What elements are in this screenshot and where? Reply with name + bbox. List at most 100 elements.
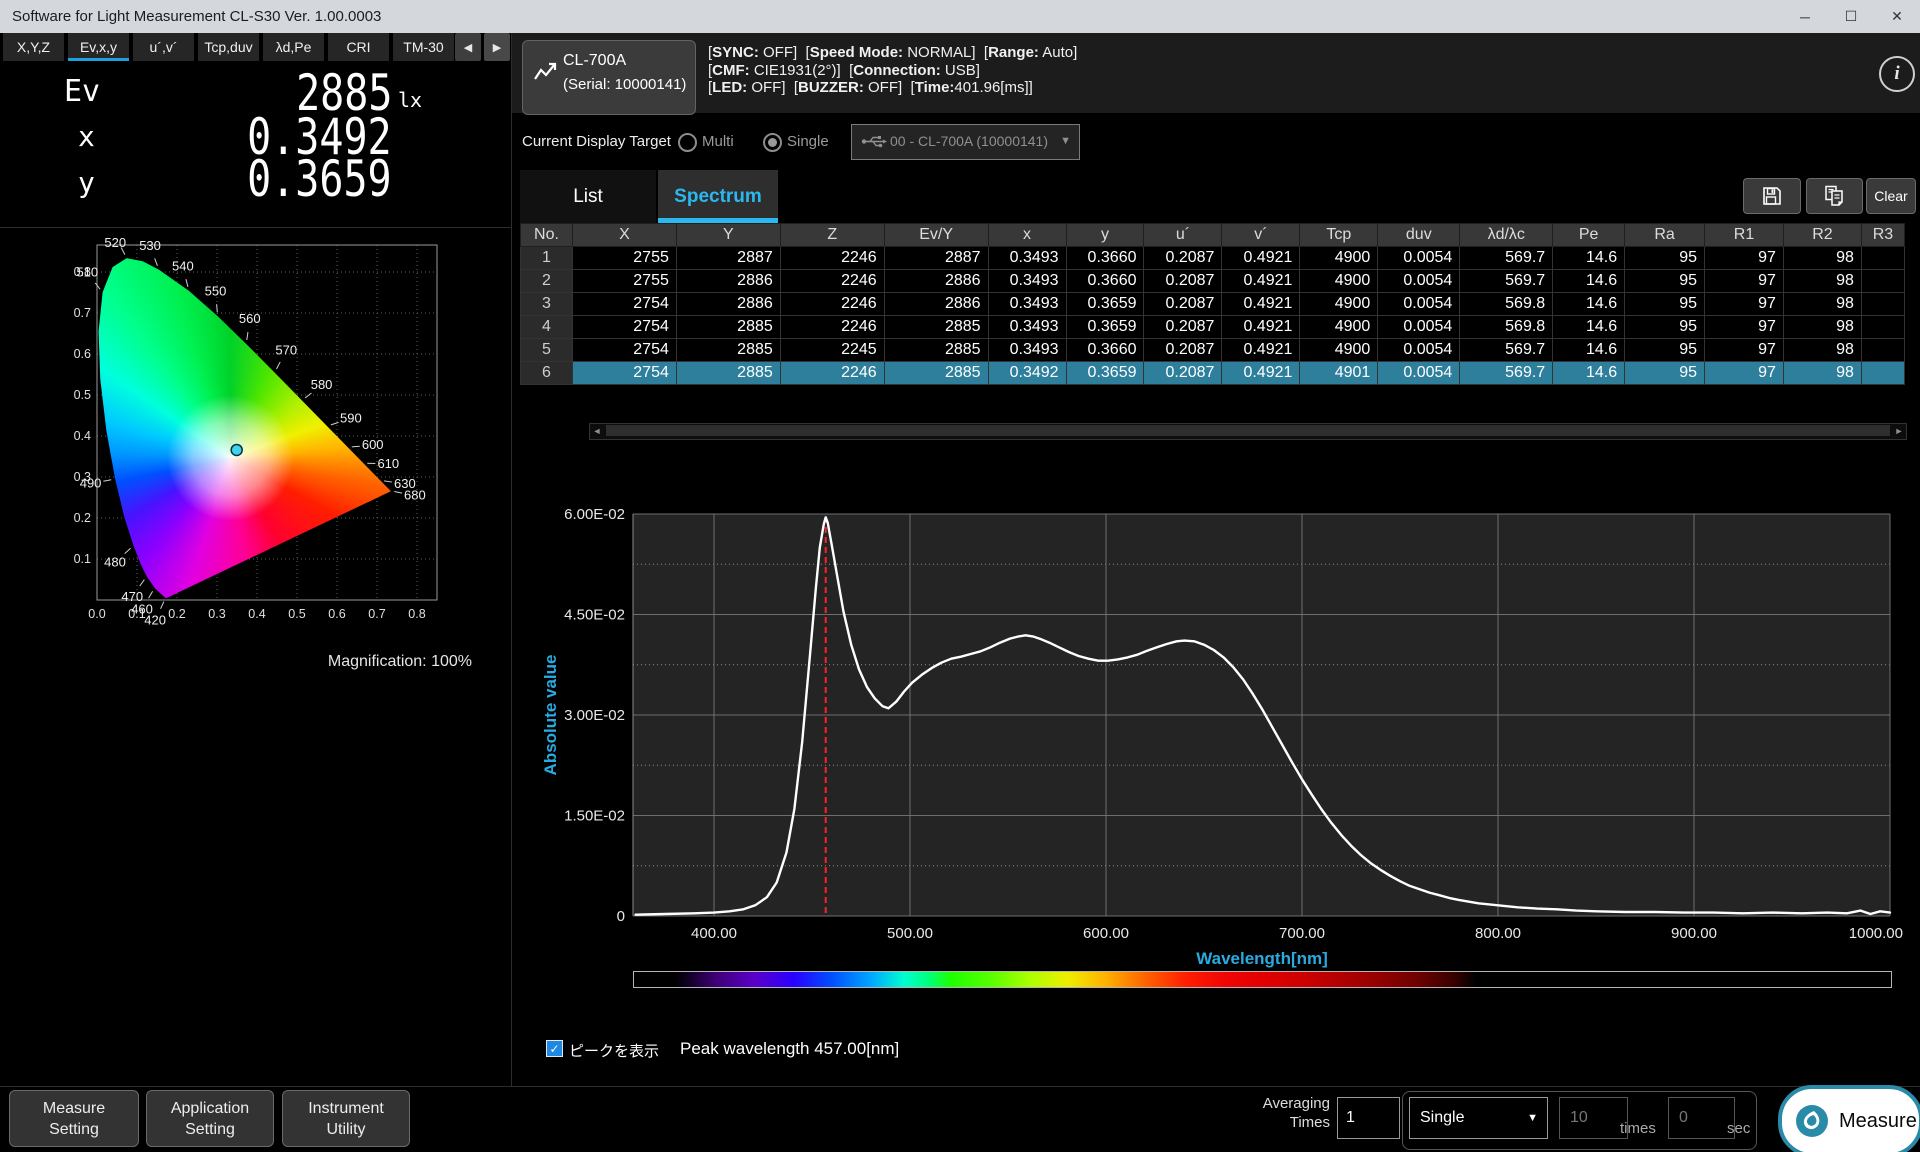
value-cell[interactable]: 569.7 bbox=[1460, 270, 1553, 293]
value-cell[interactable]: 2887 bbox=[884, 247, 988, 270]
maximize-icon[interactable]: ☐ bbox=[1828, 0, 1874, 33]
value-cell[interactable]: 98 bbox=[1783, 316, 1861, 339]
clear-button[interactable]: Clear bbox=[1866, 178, 1916, 214]
value-cell[interactable]: 95 bbox=[1625, 293, 1705, 316]
value-cell[interactable]: 95 bbox=[1625, 270, 1705, 293]
value-cell[interactable]: 2246 bbox=[780, 316, 884, 339]
value-cell[interactable]: 0.2087 bbox=[1144, 316, 1222, 339]
value-cell[interactable]: 0.3493 bbox=[988, 247, 1066, 270]
value-cell[interactable]: 98 bbox=[1783, 247, 1861, 270]
value-cell[interactable] bbox=[1861, 293, 1904, 316]
value-cell[interactable]: 4900 bbox=[1300, 293, 1378, 316]
value-cell[interactable]: 2887 bbox=[676, 247, 780, 270]
value-cell[interactable]: 0.3493 bbox=[988, 293, 1066, 316]
interval-times-input[interactable]: 10 bbox=[1559, 1097, 1628, 1139]
value-cell[interactable]: 95 bbox=[1625, 247, 1705, 270]
value-cell[interactable]: 2885 bbox=[884, 362, 988, 385]
value-cell[interactable]: 2885 bbox=[884, 339, 988, 362]
value-cell[interactable]: 0.4921 bbox=[1222, 247, 1300, 270]
value-cell[interactable]: 98 bbox=[1783, 270, 1861, 293]
value-cell[interactable]: 14.6 bbox=[1553, 293, 1625, 316]
value-cell[interactable]: 0.0054 bbox=[1378, 339, 1460, 362]
value-cell[interactable]: 2885 bbox=[884, 316, 988, 339]
value-cell[interactable]: 2885 bbox=[676, 316, 780, 339]
value-cell[interactable]: 2885 bbox=[676, 362, 780, 385]
value-cell[interactable]: 0.2087 bbox=[1144, 339, 1222, 362]
value-cell[interactable] bbox=[1861, 270, 1904, 293]
value-cell[interactable]: 2886 bbox=[884, 270, 988, 293]
mode-select[interactable]: Single ▼ bbox=[1409, 1097, 1548, 1139]
radio-single[interactable] bbox=[763, 133, 782, 152]
value-cell[interactable]: 0.0054 bbox=[1378, 247, 1460, 270]
peak-display-checkbox[interactable]: ✓ bbox=[546, 1040, 563, 1057]
value-cell[interactable] bbox=[1861, 247, 1904, 270]
value-cell[interactable]: 95 bbox=[1625, 316, 1705, 339]
value-cell[interactable]: 569.7 bbox=[1460, 339, 1553, 362]
tab-Ev,x,y[interactable]: Ev,x,y bbox=[68, 33, 129, 61]
value-cell[interactable]: 0.0054 bbox=[1378, 270, 1460, 293]
value-cell[interactable]: 0.4921 bbox=[1222, 293, 1300, 316]
value-cell[interactable]: 97 bbox=[1705, 270, 1784, 293]
row-number-cell[interactable]: 3 bbox=[521, 293, 573, 316]
value-cell[interactable] bbox=[1861, 316, 1904, 339]
value-cell[interactable]: 4900 bbox=[1300, 270, 1378, 293]
value-cell[interactable]: 2754 bbox=[572, 293, 676, 316]
table-row[interactable]: 427542885224628850.34930.36590.20870.492… bbox=[521, 316, 1905, 339]
value-cell[interactable]: 569.7 bbox=[1460, 362, 1553, 385]
device-select-dropdown[interactable]: 00 - CL-700A (10000141) ▼ bbox=[851, 124, 1080, 160]
value-cell[interactable]: 2754 bbox=[572, 339, 676, 362]
row-number-cell[interactable]: 6 bbox=[521, 362, 573, 385]
value-cell[interactable]: 98 bbox=[1783, 362, 1861, 385]
value-cell[interactable]: 0.3660 bbox=[1066, 339, 1144, 362]
device-box[interactable]: CL-700A (Serial: 10000141) bbox=[522, 40, 696, 115]
application-setting-button[interactable]: Application Setting bbox=[146, 1090, 274, 1147]
radio-single-label[interactable]: Single bbox=[787, 133, 829, 150]
value-cell[interactable]: 4900 bbox=[1300, 247, 1378, 270]
tab-λd,Pe[interactable]: λd,Pe bbox=[263, 33, 324, 61]
value-cell[interactable]: 2246 bbox=[780, 362, 884, 385]
tab-Tcp,duv[interactable]: Tcp,duv bbox=[198, 33, 259, 61]
value-cell[interactable]: 2755 bbox=[572, 270, 676, 293]
tab-spectrum[interactable]: Spectrum bbox=[658, 170, 778, 223]
value-cell[interactable]: 0.2087 bbox=[1144, 247, 1222, 270]
value-cell[interactable]: 2886 bbox=[884, 293, 988, 316]
value-cell[interactable]: 2885 bbox=[676, 339, 780, 362]
radio-multi-label[interactable]: Multi bbox=[702, 133, 734, 150]
value-cell[interactable]: 97 bbox=[1705, 339, 1784, 362]
value-cell[interactable]: 569.8 bbox=[1460, 316, 1553, 339]
table-row[interactable]: 227552886224628860.34930.36600.20870.492… bbox=[521, 270, 1905, 293]
value-cell[interactable]: 95 bbox=[1625, 339, 1705, 362]
value-cell[interactable]: 14.6 bbox=[1553, 247, 1625, 270]
measure-button[interactable]: Measure bbox=[1778, 1085, 1920, 1152]
minimize-icon[interactable]: ─ bbox=[1782, 0, 1828, 33]
value-cell[interactable]: 0.3659 bbox=[1066, 293, 1144, 316]
averaging-times-input[interactable]: 1 bbox=[1337, 1097, 1400, 1139]
value-cell[interactable]: 4900 bbox=[1300, 339, 1378, 362]
value-cell[interactable]: 2246 bbox=[780, 293, 884, 316]
scroll-right-icon[interactable]: ► bbox=[1892, 424, 1906, 437]
tab-u´,v´[interactable]: u´,v´ bbox=[133, 33, 194, 61]
value-cell[interactable]: 4900 bbox=[1300, 316, 1378, 339]
row-number-cell[interactable]: 4 bbox=[521, 316, 573, 339]
value-cell[interactable]: 0.3660 bbox=[1066, 270, 1144, 293]
table-row[interactable]: 627542885224628850.34920.36590.20870.492… bbox=[521, 362, 1905, 385]
scrollbar-thumb[interactable] bbox=[606, 425, 1890, 436]
value-cell[interactable]: 0.3660 bbox=[1066, 247, 1144, 270]
measure-setting-button[interactable]: Measure Setting bbox=[9, 1090, 139, 1147]
value-cell[interactable]: 2245 bbox=[780, 339, 884, 362]
value-cell[interactable]: 0.0054 bbox=[1378, 316, 1460, 339]
tabs-prev-arrow-icon[interactable]: ◀ bbox=[455, 33, 481, 61]
value-cell[interactable]: 97 bbox=[1705, 316, 1784, 339]
value-cell[interactable]: 0.4921 bbox=[1222, 362, 1300, 385]
value-cell[interactable]: 97 bbox=[1705, 293, 1784, 316]
value-cell[interactable]: 0.4921 bbox=[1222, 316, 1300, 339]
scroll-left-icon[interactable]: ◄ bbox=[590, 424, 604, 437]
value-cell[interactable]: 0.3659 bbox=[1066, 362, 1144, 385]
value-cell[interactable]: 569.7 bbox=[1460, 247, 1553, 270]
radio-multi[interactable] bbox=[678, 133, 697, 152]
value-cell[interactable]: 98 bbox=[1783, 293, 1861, 316]
value-cell[interactable]: 2886 bbox=[676, 293, 780, 316]
value-cell[interactable]: 98 bbox=[1783, 339, 1861, 362]
value-cell[interactable]: 0.4921 bbox=[1222, 270, 1300, 293]
value-cell[interactable]: 95 bbox=[1625, 362, 1705, 385]
